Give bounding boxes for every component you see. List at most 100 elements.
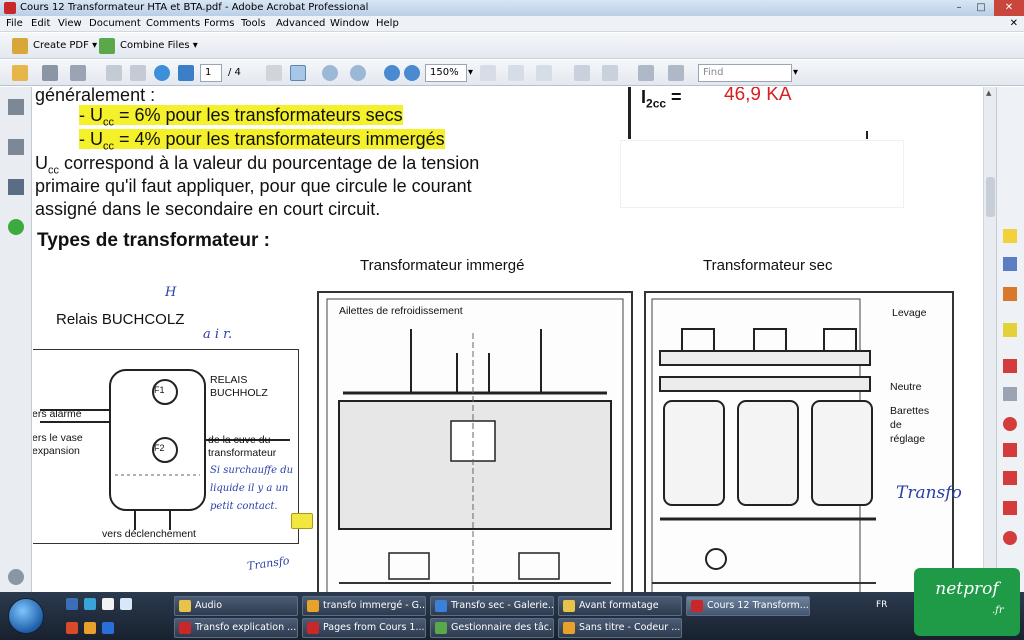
zoom-level-select[interactable]: 150% [425, 64, 467, 82]
task-avant-formatage[interactable]: Avant formatage [558, 596, 682, 616]
combine-files-icon [99, 38, 115, 54]
caption-transformateur-immerge: Transformateur immergé [360, 257, 525, 274]
document-close-icon[interactable]: ✕ [1010, 16, 1018, 32]
i2cc-value-cell: 46,9 KA [706, 87, 876, 131]
fit-page-icon[interactable] [508, 65, 524, 81]
task-audio[interactable]: Audio [174, 596, 298, 616]
scroll-up-icon[interactable]: ▲ [986, 89, 991, 97]
task-audio-label: Audio [195, 600, 223, 611]
minimize-button[interactable]: – [948, 0, 970, 16]
ucc-secs-prefix: - U [79, 105, 103, 125]
highlight-icon[interactable] [1003, 323, 1017, 337]
hand-tool-icon[interactable] [290, 65, 306, 81]
task-pages-from[interactable]: Pages from Cours 1... [302, 618, 426, 638]
continuous-icon[interactable] [602, 65, 618, 81]
find-input[interactable]: Find [698, 64, 792, 82]
task-manager-icon [435, 622, 447, 634]
zoom-out-icon[interactable] [384, 65, 400, 81]
help-icon[interactable] [8, 219, 24, 235]
buchholz-diagram: F1 F2 RELAIS BUCHHOLZ ers alarme ers le … [33, 349, 299, 544]
f2-label: F2 [154, 443, 165, 453]
menu-edit[interactable]: Edit [31, 16, 50, 32]
close-button[interactable]: ✕ [994, 0, 1024, 16]
menu-forms[interactable]: Forms [204, 16, 234, 32]
menu-file[interactable]: File [6, 16, 23, 32]
show-desktop-icon[interactable] [66, 598, 78, 610]
sticky-note-icon[interactable] [1003, 229, 1017, 243]
next-page-icon[interactable] [154, 65, 170, 81]
zoom-tool-icon[interactable] [322, 65, 338, 81]
text-edit-icon[interactable] [1003, 257, 1017, 271]
loupe-icon[interactable] [350, 65, 366, 81]
single-page-icon[interactable] [574, 65, 590, 81]
task-gestionnaire[interactable]: Gestionnaire des tâc... [430, 618, 554, 638]
section-title: Types de transformateur : [37, 230, 270, 251]
text-box-icon[interactable] [1003, 387, 1017, 401]
maximize-button[interactable]: □ [970, 0, 992, 16]
signatures-icon[interactable] [8, 179, 24, 195]
select-text-icon[interactable] [266, 65, 282, 81]
firefox-quicklaunch-icon[interactable] [66, 622, 78, 634]
fit-width-icon[interactable] [536, 65, 552, 81]
menu-window[interactable]: Window [330, 16, 369, 32]
last-page-icon[interactable] [178, 65, 194, 81]
zoom-in-icon[interactable] [404, 65, 420, 81]
previous-page-icon[interactable] [130, 65, 146, 81]
task-transfo-sec[interactable]: Transfo sec - Galerie... [430, 596, 554, 616]
start-button[interactable] [8, 598, 44, 634]
ie-quicklaunch-icon[interactable] [84, 598, 96, 610]
task-sans-titre[interactable]: Sans titre - Codeur ... [558, 618, 682, 638]
task-transfo-sec-label: Transfo sec - Galerie... [451, 600, 554, 611]
task-cours-12[interactable]: Cours 12 Transform... [686, 596, 810, 616]
acrobat-icon [307, 622, 319, 634]
task-transfo-immerge[interactable]: transfo immergé - G... [302, 596, 426, 616]
pencil-icon[interactable] [1003, 359, 1017, 373]
stamp-icon[interactable] [1003, 287, 1017, 301]
print-icon[interactable] [42, 65, 58, 81]
task-transfo-explication[interactable]: Transfo explication ... [174, 618, 298, 638]
cloud-icon[interactable] [1003, 417, 1017, 431]
first-page-icon[interactable] [106, 65, 122, 81]
save-icon[interactable] [70, 65, 86, 81]
combine-files-label: Combine Files [120, 40, 190, 51]
open-folder-icon[interactable] [12, 65, 28, 81]
chrome-quicklaunch-icon[interactable] [84, 622, 96, 634]
ucc-def-sub: cc [48, 164, 59, 177]
pages-icon[interactable] [8, 99, 24, 115]
create-pdf-button[interactable]: Create PDF ▾ [33, 37, 97, 55]
zoom-dropdown-chevron-icon[interactable]: ▾ [468, 64, 473, 82]
arrow-icon[interactable] [1003, 443, 1017, 457]
line-icon[interactable] [1003, 471, 1017, 485]
page-number-input[interactable]: 1 [200, 64, 222, 82]
paperclip-icon[interactable] [8, 569, 24, 585]
menu-view[interactable]: View [58, 16, 82, 32]
scrollbar-thumb[interactable] [986, 177, 995, 217]
i2cc-label: I2cc = [641, 87, 682, 111]
rotate-right-icon[interactable] [668, 65, 684, 81]
label-barettes: Barettes [890, 405, 930, 417]
comment-note-icon[interactable] [291, 513, 313, 529]
actual-size-icon[interactable] [480, 65, 496, 81]
menu-advanced[interactable]: Advanced [276, 16, 325, 32]
explorer-quicklaunch-icon[interactable] [102, 598, 114, 610]
find-options-chevron-icon[interactable]: ▾ [793, 64, 798, 82]
netprof-watermark: netprof .fr [914, 568, 1020, 636]
combine-files-button[interactable]: Combine Files ▾ [120, 37, 198, 55]
menu-document[interactable]: Document [89, 16, 141, 32]
attachments-icon[interactable] [8, 139, 24, 155]
rectangle-icon[interactable] [1003, 501, 1017, 515]
relais-label-2: BUCHHOLZ [210, 387, 268, 399]
menu-tools[interactable]: Tools [241, 16, 266, 32]
browser-quicklaunch-icon[interactable] [102, 622, 114, 634]
vertical-scrollbar[interactable]: ▲ [983, 87, 996, 592]
menu-help[interactable]: Help [376, 16, 399, 32]
label-de-la-cuve: de la cuve du [208, 434, 271, 446]
media-quicklaunch-icon[interactable] [120, 598, 132, 610]
language-indicator[interactable]: FR [876, 600, 887, 610]
menu-comments[interactable]: Comments [146, 16, 200, 32]
document-view[interactable]: généralement : - Ucc = 6% pour les trans… [33, 87, 983, 592]
label-expansion: expansion [33, 445, 80, 457]
rotate-left-icon[interactable] [638, 65, 654, 81]
ucc-secs-rest: = 6% pour les transformateurs secs [114, 105, 403, 125]
oval-icon[interactable] [1003, 531, 1017, 545]
